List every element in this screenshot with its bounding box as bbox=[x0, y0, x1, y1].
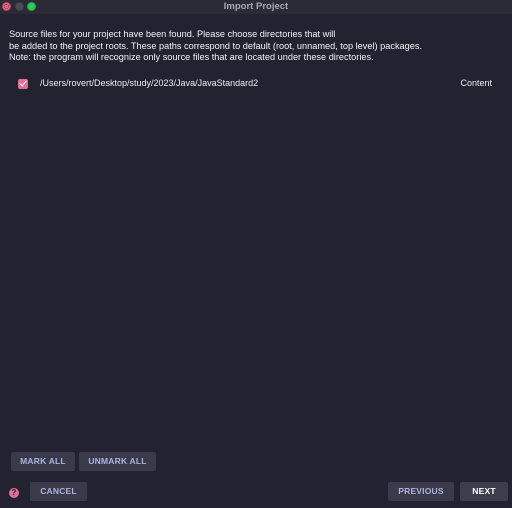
instruction-line-3: Note: the program will recognize only so… bbox=[9, 52, 374, 63]
next-button[interactable]: NEXT bbox=[460, 482, 508, 501]
instruction-line-1: Source files for your project have been … bbox=[9, 29, 336, 39]
import-project-dialog: Import Project Source files for your pro… bbox=[0, 0, 512, 508]
source-root-row[interactable]: /Users/rovert/Desktop/study/2023/Java/Ja… bbox=[0, 76, 512, 92]
cancel-button[interactable]: CANCEL bbox=[30, 482, 87, 501]
window-title: Import Project bbox=[223, 1, 289, 12]
source-root-checkbox[interactable] bbox=[18, 79, 28, 89]
instruction-line-2: be added to the project roots. These pat… bbox=[9, 40, 423, 51]
help-icon[interactable]: ? bbox=[9, 488, 19, 498]
title-bar: Import Project bbox=[0, 0, 512, 14]
mark-all-button[interactable]: MARK ALL bbox=[11, 452, 75, 471]
unmark-all-button[interactable]: UNMARK ALL bbox=[79, 452, 156, 471]
instruction-text: Source files for your project have been … bbox=[9, 29, 504, 64]
source-root-type: Content bbox=[460, 78, 492, 88]
previous-button[interactable]: PREVIOUS bbox=[388, 482, 454, 501]
source-root-path: /Users/rovert/Desktop/study/2023/Java/Ja… bbox=[40, 78, 259, 88]
